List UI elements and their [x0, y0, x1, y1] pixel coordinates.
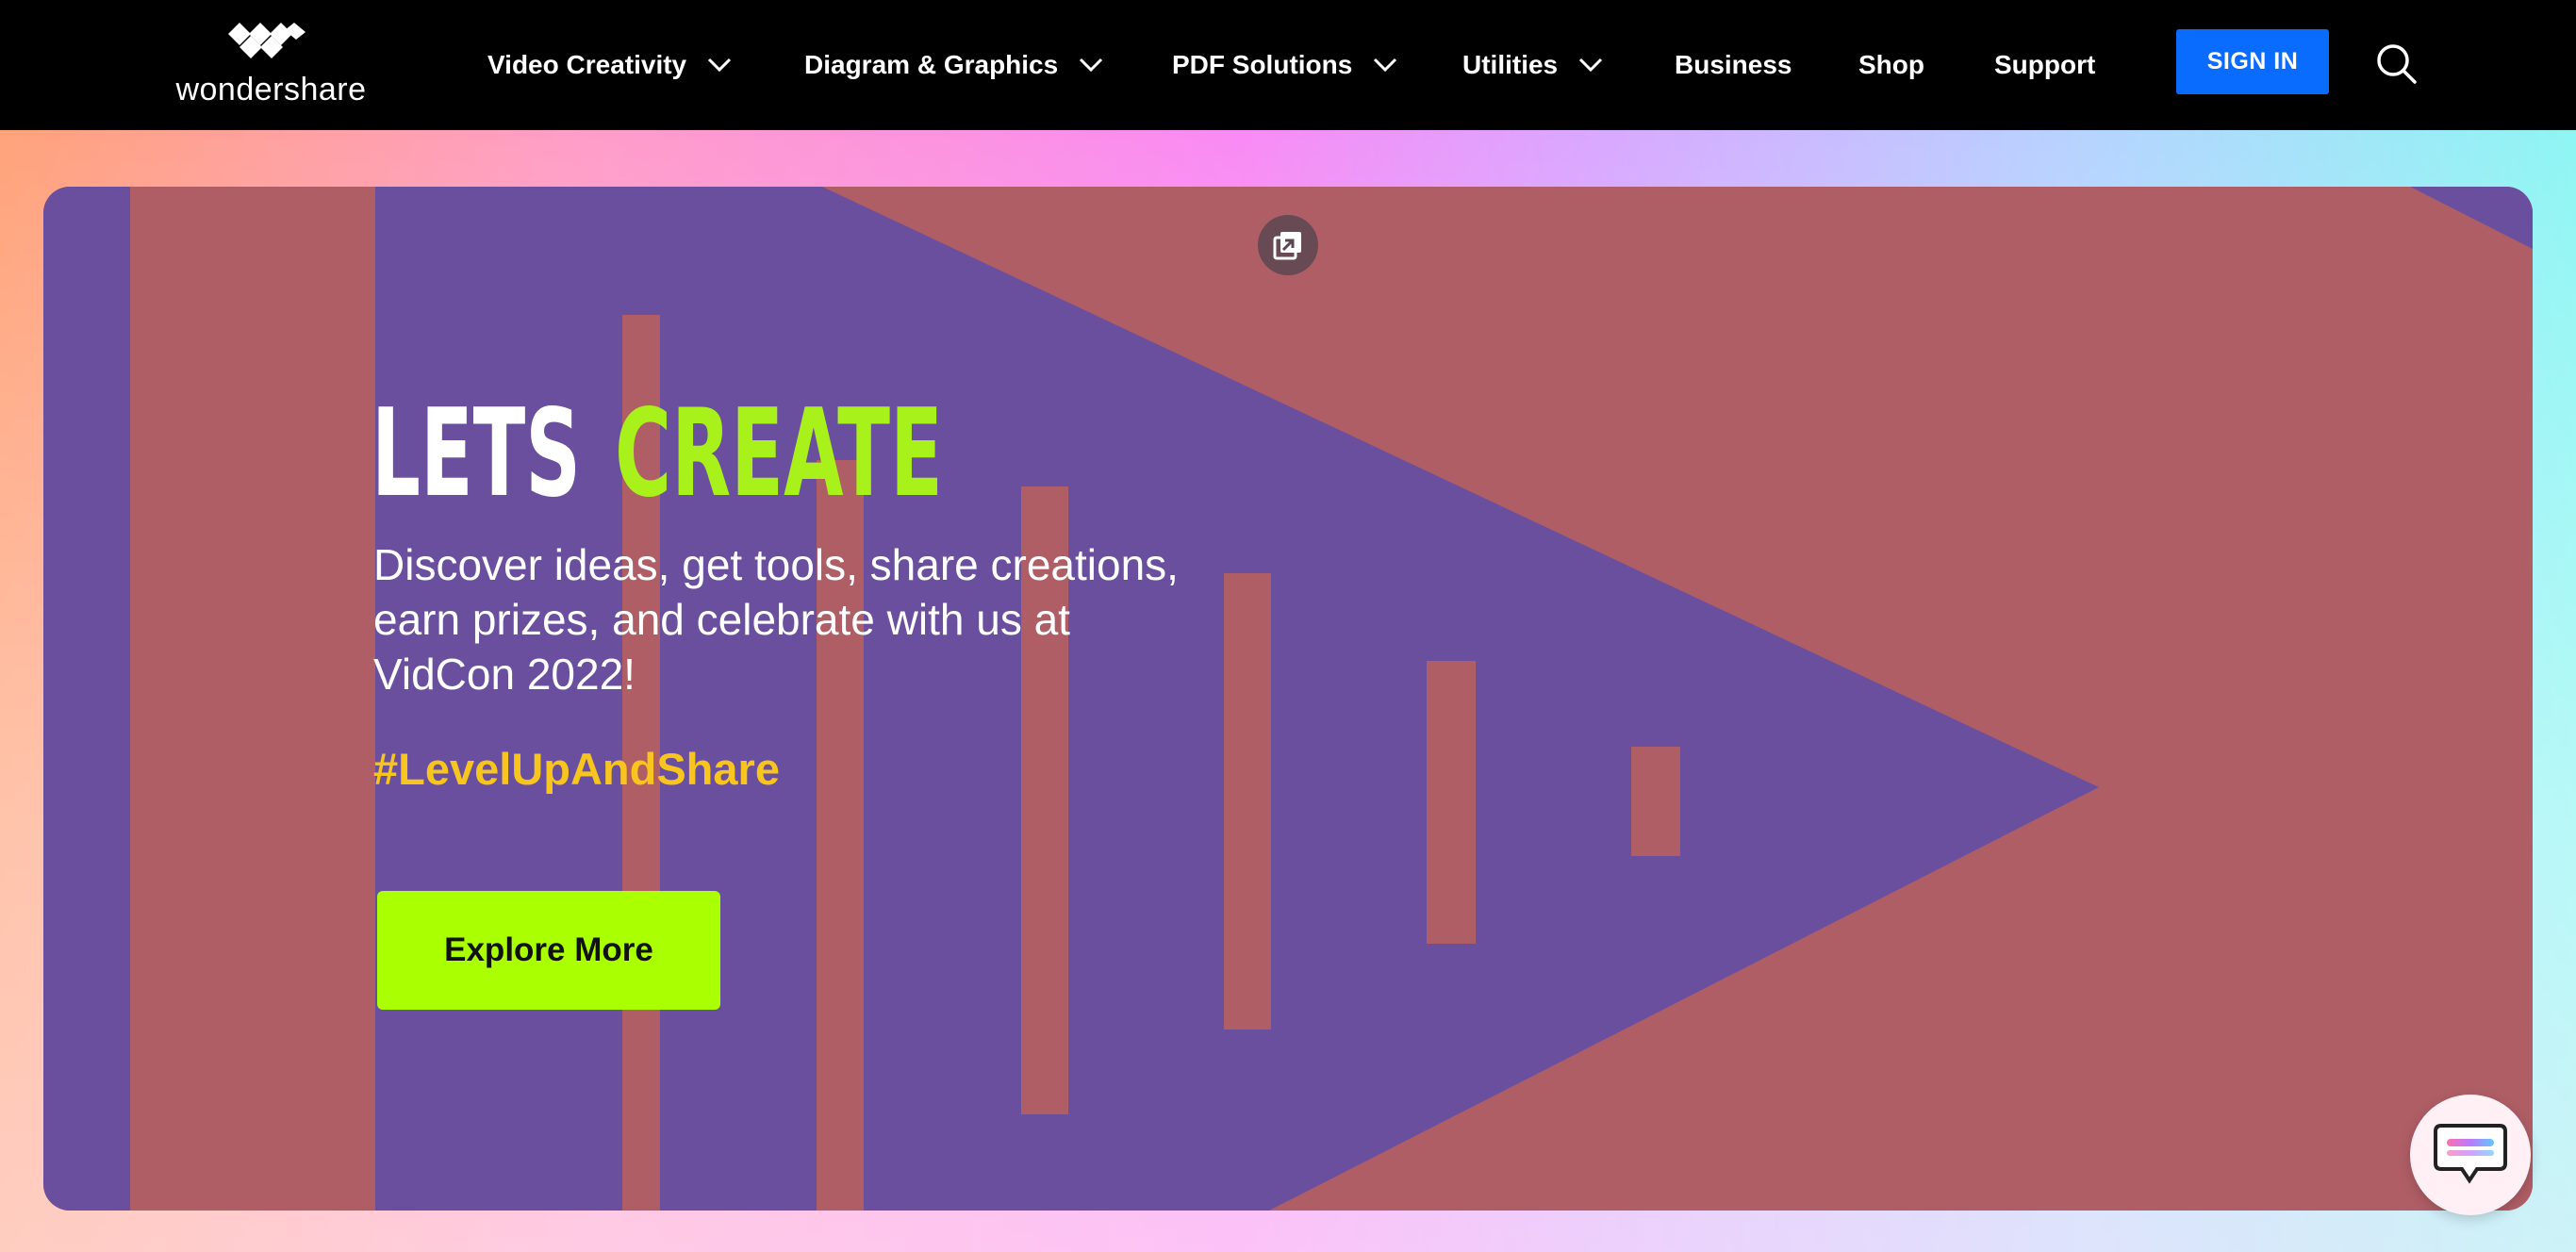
nav-business[interactable]: Business [1675, 41, 1792, 89]
hero-banner: LETS CREATE Discover ideas, get tools, s… [43, 187, 2533, 1211]
search-icon[interactable] [2374, 41, 2418, 85]
picture-in-picture-icon [1273, 232, 1301, 260]
nav-support[interactable]: Support [1994, 41, 2095, 89]
hashtag: #LevelUpAndShare [373, 744, 780, 794]
nav-label: Diagram & Graphics [804, 50, 1059, 79]
chat-icon [2434, 1124, 2507, 1184]
nav-shop[interactable]: Shop [1858, 41, 1924, 89]
chat-widget-button[interactable] [2410, 1095, 2531, 1215]
chevron-down-icon [1080, 58, 1103, 73]
nav-video-creativity[interactable]: Video Creativity [487, 41, 732, 89]
picture-in-picture-button[interactable] [1258, 215, 1318, 275]
chevron-down-icon [1579, 58, 1603, 73]
chevron-down-icon [708, 58, 732, 73]
nav-pdf-solutions[interactable]: PDF Solutions [1172, 41, 1397, 89]
nav-label: PDF Solutions [1172, 50, 1353, 79]
hero-description: Discover ideas, get tools, share creatio… [373, 540, 1179, 699]
wondershare-logo[interactable]: wondershare [170, 23, 372, 109]
wondershare-logo-icon [228, 23, 305, 58]
lets-create-headline: LETS CREATE [372, 384, 943, 507]
sign-in-button[interactable]: SIGN IN [2176, 29, 2329, 94]
explore-more-button[interactable]: Explore More [377, 891, 720, 1010]
headline-lets: LETS [372, 384, 581, 507]
headline-create: CREATE [615, 384, 943, 507]
chevron-down-icon [1374, 58, 1397, 73]
nav-label: Business [1675, 50, 1792, 79]
top-navigation-bar: wondershare Video Creativity Diagram & G… [0, 0, 2576, 130]
nav-label: Video Creativity [487, 50, 687, 79]
nav-utilities[interactable]: Utilities [1462, 41, 1603, 89]
brand-wordmark: wondershare [175, 72, 367, 107]
nav-diagram-graphics[interactable]: Diagram & Graphics [804, 41, 1103, 89]
nav-label: Shop [1858, 50, 1924, 79]
nav-label: Support [1994, 50, 2096, 79]
nav-label: Utilities [1462, 50, 1559, 79]
